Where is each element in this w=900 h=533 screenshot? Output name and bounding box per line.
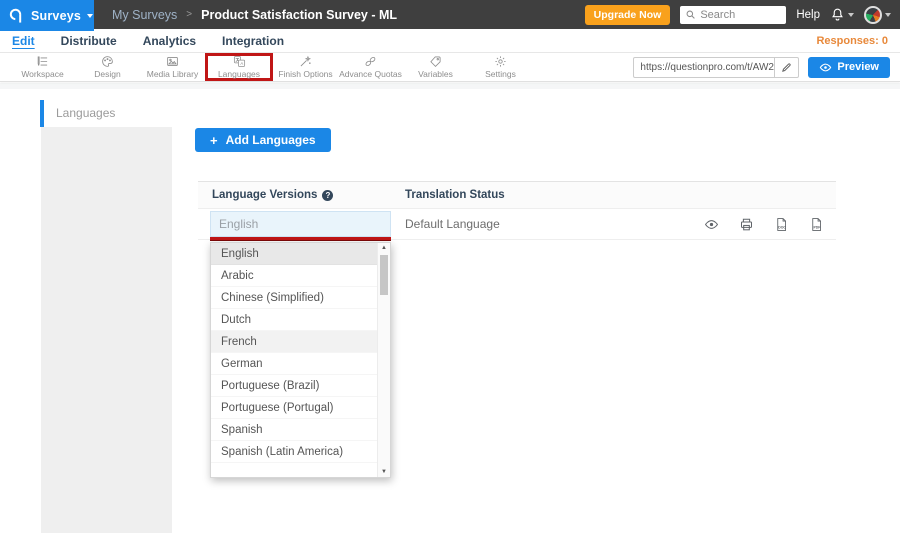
section-title: Languages	[44, 100, 115, 127]
dropdown-option-spanish-latin-america[interactable]: Spanish (Latin America)	[211, 441, 377, 463]
svg-text:A: A	[240, 61, 243, 66]
eye-icon	[819, 61, 832, 74]
language-versions-table: Language Versions ? Translation Status D…	[198, 181, 836, 240]
content-area: Languages + Add Languages Language Versi…	[0, 83, 900, 533]
tab-edit[interactable]: Edit	[12, 34, 35, 48]
column-translation-status: Translation Status	[405, 189, 836, 201]
tab-analytics[interactable]: Analytics	[143, 34, 196, 48]
design-icon	[101, 55, 114, 68]
breadcrumb: My Surveys > Product Satisfaction Survey…	[112, 0, 397, 29]
dropdown-option-spanish[interactable]: Spanish	[211, 419, 377, 441]
bell-icon	[830, 7, 845, 22]
survey-url-box: https://questionpro.com/t/AW22Zd1S1	[633, 57, 799, 78]
search-icon	[685, 9, 696, 20]
section-header: Languages	[40, 100, 115, 127]
row-actions: DOC PDF	[704, 209, 824, 239]
top-bar: My Surveys > Product Satisfaction Survey…	[0, 0, 900, 29]
edit-toolbar: Workspace Design Media Library A Languag…	[0, 53, 900, 82]
survey-nav: Edit Distribute Analytics Integration Re…	[0, 29, 900, 53]
scroll-up-icon[interactable]: ▲	[378, 245, 390, 251]
account-menu[interactable]	[864, 6, 891, 24]
toolbar-item-media-library[interactable]: Media Library	[140, 53, 205, 81]
page-title: Product Satisfaction Survey - ML	[201, 8, 397, 22]
printer-icon[interactable]	[739, 217, 754, 232]
dropdown-option-portuguese-brazil[interactable]: Portuguese (Brazil)	[211, 375, 377, 397]
tab-integration[interactable]: Integration	[222, 34, 284, 48]
scrollbar-thumb[interactable]	[380, 255, 388, 295]
content-divider	[0, 83, 900, 89]
toolbar-item-languages[interactable]: A Languages	[205, 53, 273, 81]
language-select-input[interactable]	[210, 211, 391, 237]
column-language-versions: Language Versions	[212, 189, 317, 201]
toolbar-item-advance-quotas[interactable]: Advance Quotas	[338, 53, 403, 81]
dropdown-option-arabic[interactable]: Arabic	[211, 265, 377, 287]
variables-icon	[429, 55, 442, 68]
language-dropdown: English Arabic Chinese (Simplified) Dutc…	[210, 242, 391, 478]
breadcrumb-my-surveys[interactable]: My Surveys	[112, 8, 177, 22]
svg-text:PDF: PDF	[814, 225, 821, 229]
notifications-menu[interactable]	[830, 7, 854, 22]
pencil-icon	[781, 62, 792, 73]
dropdown-scrollbar[interactable]: ▲ ▼	[377, 243, 390, 477]
workspace-icon	[36, 55, 49, 68]
survey-url-input[interactable]: https://questionpro.com/t/AW22Zd1S1	[634, 62, 774, 73]
svg-text:DOC: DOC	[778, 225, 786, 229]
media-library-icon	[166, 55, 179, 68]
toolbar-item-settings[interactable]: Settings	[468, 53, 533, 81]
scroll-down-icon[interactable]: ▼	[378, 469, 390, 475]
breadcrumb-separator: >	[186, 9, 192, 20]
eye-icon[interactable]	[704, 217, 719, 232]
help-link[interactable]: Help	[796, 9, 820, 21]
add-languages-button[interactable]: + Add Languages	[195, 128, 331, 152]
dropdown-option-french[interactable]: French	[211, 331, 377, 353]
product-switcher[interactable]: Surveys	[0, 0, 94, 31]
tab-distribute[interactable]: Distribute	[61, 34, 117, 48]
advance-quotas-icon	[364, 55, 377, 68]
questionpro-logo-icon	[9, 7, 25, 24]
settings-icon	[494, 55, 507, 68]
toolbar-item-finish-options[interactable]: Finish Options	[273, 53, 338, 81]
help-icon[interactable]: ?	[322, 190, 333, 201]
finish-options-icon	[299, 55, 312, 68]
dropdown-option-english[interactable]: English	[211, 243, 377, 265]
languages-sidebar-panel	[41, 127, 172, 533]
annotation-red-underline	[210, 237, 391, 241]
chevron-down-icon	[885, 13, 891, 17]
dropdown-option-german[interactable]: German	[211, 353, 377, 375]
table-header: Language Versions ? Translation Status	[198, 181, 836, 209]
table-row: Default Language DOC PDF	[198, 209, 836, 240]
avatar	[864, 6, 882, 24]
plus-icon: +	[210, 133, 218, 148]
search-input[interactable]	[700, 9, 780, 21]
preview-button[interactable]: Preview	[808, 57, 890, 78]
chevron-down-icon	[848, 13, 854, 17]
dropdown-option-chinese-simplified[interactable]: Chinese (Simplified)	[211, 287, 377, 309]
toolbar-item-variables[interactable]: Variables	[403, 53, 468, 81]
toolbar-item-design[interactable]: Design	[75, 53, 140, 81]
upgrade-now-button[interactable]: Upgrade Now	[585, 5, 671, 25]
dropdown-option-portuguese-portugal[interactable]: Portuguese (Portugal)	[211, 397, 377, 419]
doc-icon[interactable]: DOC	[774, 217, 789, 232]
languages-icon: A	[233, 55, 246, 68]
edit-url-button[interactable]	[774, 58, 798, 77]
pdf-icon[interactable]: PDF	[809, 217, 824, 232]
language-option-list: English Arabic Chinese (Simplified) Dutc…	[211, 243, 377, 463]
toolbar-item-workspace[interactable]: Workspace	[10, 53, 75, 81]
dropdown-option-dutch[interactable]: Dutch	[211, 309, 377, 331]
translation-status-value: Default Language	[405, 209, 500, 239]
search-box[interactable]	[680, 6, 786, 24]
responses-count: Responses: 0	[816, 35, 888, 47]
product-name: Surveys	[31, 9, 81, 23]
chevron-down-icon	[87, 14, 93, 18]
